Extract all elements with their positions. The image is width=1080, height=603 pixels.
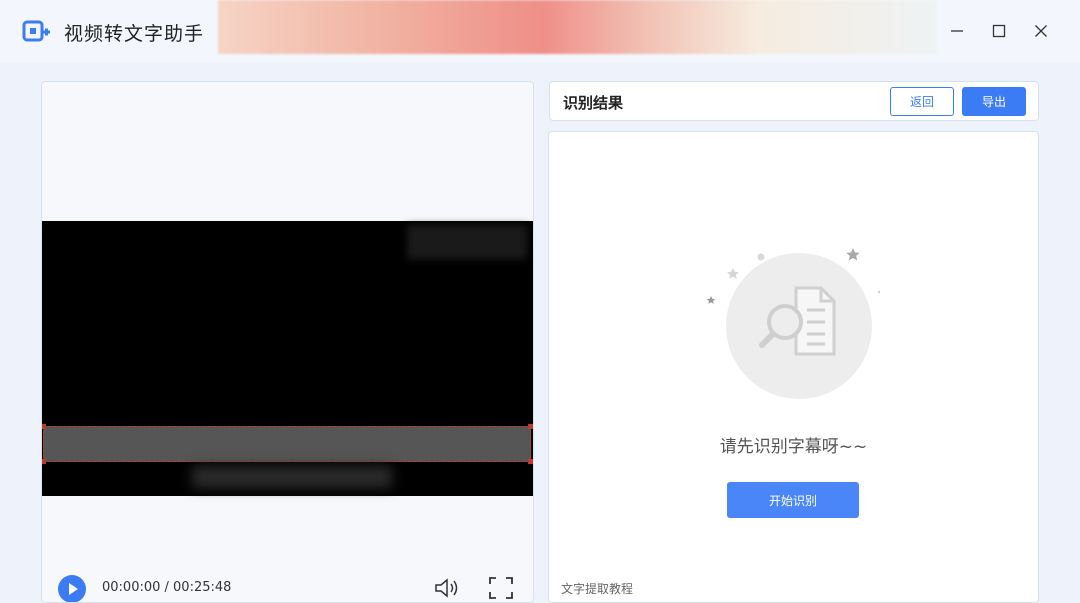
tutorial-link[interactable]: 文字提取教程 bbox=[561, 580, 633, 597]
subtitle-region-selector[interactable] bbox=[42, 424, 533, 464]
empty-state-message: 请先识别字幕呀~~ bbox=[719, 437, 868, 457]
title-bar: 视频转文字助手 bbox=[0, 0, 1080, 62]
result-title: 识别结果 bbox=[563, 94, 624, 112]
export-button[interactable]: 导出 bbox=[962, 87, 1026, 116]
play-button[interactable] bbox=[58, 575, 86, 602]
video-blurred-area bbox=[407, 225, 527, 259]
start-recognition-button[interactable]: 开始识别 bbox=[727, 482, 859, 518]
close-button[interactable] bbox=[1029, 19, 1053, 43]
result-header: 识别结果 返回 导出 bbox=[549, 81, 1039, 121]
resize-handle[interactable] bbox=[42, 424, 46, 429]
banner-ad[interactable] bbox=[218, 0, 938, 54]
resize-handle[interactable] bbox=[528, 424, 533, 429]
fullscreen-icon[interactable] bbox=[488, 576, 514, 602]
back-button[interactable]: 返回 bbox=[890, 87, 954, 116]
video-frame[interactable] bbox=[42, 221, 533, 496]
minimize-button[interactable] bbox=[945, 19, 969, 43]
playback-time: 00:00:00 / 00:25:48 bbox=[102, 580, 232, 595]
volume-icon[interactable] bbox=[433, 577, 461, 602]
app-title: 视频转文字助手 bbox=[64, 23, 205, 45]
video-blurred-area bbox=[192, 466, 392, 488]
player-controls: 00:00:00 / 00:25:48 bbox=[42, 572, 533, 602]
maximize-button[interactable] bbox=[987, 19, 1011, 43]
resize-handle[interactable] bbox=[528, 459, 533, 464]
empty-search-document-icon bbox=[699, 244, 889, 404]
video-panel: 00:00:00 / 00:25:48 bbox=[41, 81, 534, 603]
app-logo-icon bbox=[22, 18, 52, 46]
result-panel: 请先识别字幕呀~~ 开始识别 文字提取教程 bbox=[548, 131, 1039, 603]
resize-handle[interactable] bbox=[42, 459, 46, 464]
